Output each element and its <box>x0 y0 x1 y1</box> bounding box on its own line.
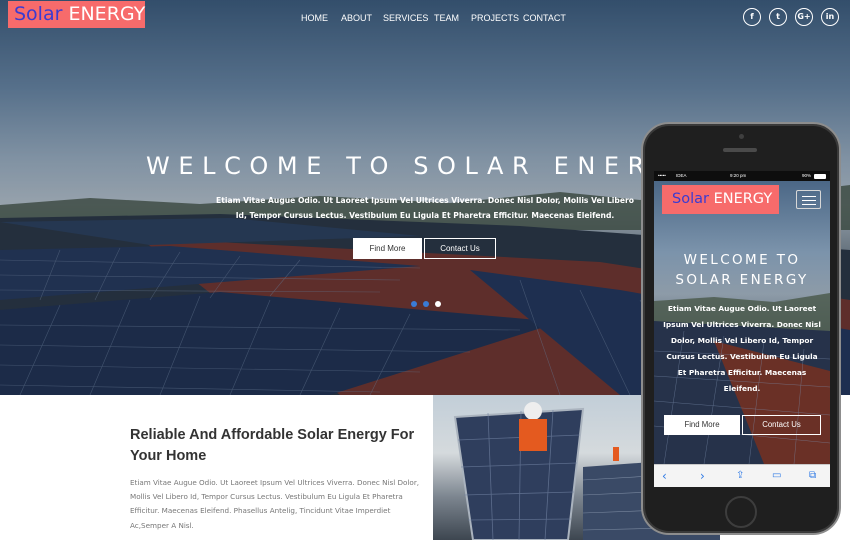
phone-camera <box>739 134 744 139</box>
slider-dot-1[interactable] <box>411 301 417 307</box>
slider-dot-3[interactable] <box>435 301 441 307</box>
phone-screen: ••••• IDEA 9:20 pm 90% Solar ENERGY WELC… <box>654 171 830 487</box>
nav-projects[interactable]: PROJECTS <box>471 13 519 23</box>
battery-icon <box>814 174 826 179</box>
nav-about[interactable]: ABOUT <box>341 13 372 23</box>
phone-time: 9:20 pm <box>730 173 747 178</box>
slider-dot-2[interactable] <box>423 301 429 307</box>
phone-logo-word-solar: Solar <box>672 191 709 207</box>
phone-status-bar: ••••• IDEA 9:20 pm 90% <box>654 171 830 181</box>
phone-carrier: IDEA <box>676 173 687 178</box>
phone-find-more-button[interactable]: Find More <box>664 415 740 435</box>
nav-contact[interactable]: CONTACT <box>523 13 566 23</box>
about-title: Reliable And Affordable Solar Energy For… <box>130 427 415 464</box>
twitter-icon[interactable]: t <box>769 8 787 26</box>
back-icon[interactable]: ‹ <box>662 469 667 483</box>
tabs-icon[interactable]: ⧉ <box>809 469 816 483</box>
phone-speaker <box>723 148 757 152</box>
signal-icon: ••••• <box>658 173 666 178</box>
phone-contact-us-button[interactable]: Contact Us <box>742 415 821 435</box>
forward-icon[interactable]: › <box>700 469 705 483</box>
phone-battery: 90% <box>802 173 812 178</box>
nav-team[interactable]: TEAM <box>434 13 459 23</box>
contact-us-button[interactable]: Contact Us <box>424 238 496 259</box>
phone-logo-word-energy: ENERGY <box>713 191 773 207</box>
bookmarks-icon[interactable]: ▭ <box>772 469 781 483</box>
phone-mockup: ••••• IDEA 9:20 pm 90% Solar ENERGY WELC… <box>641 122 841 535</box>
nav-services[interactable]: SERVICES <box>383 13 428 23</box>
linkedin-icon[interactable]: in <box>821 8 839 26</box>
hero-title: WELCOME TO SOLAR ENERGY <box>146 152 646 180</box>
phone-hero-title: WELCOME TO SOLAR ENERGY <box>675 252 809 288</box>
page: Solar ENERGY HOME ABOUT SERVICES TEAM PR… <box>0 0 850 540</box>
nav-home[interactable]: HOME <box>301 13 328 23</box>
phone-home-button[interactable] <box>725 496 757 528</box>
hamburger-menu-icon[interactable] <box>796 190 821 209</box>
hero-description: Etiam Vitae Augue Odio. Ut Laoreet Ipsum… <box>216 196 634 220</box>
about-description: Etiam Vitae Augue Odio. Ut Laoreet Ipsum… <box>130 478 420 530</box>
logo-word-solar: Solar <box>14 3 63 25</box>
phone-hero-description: Etiam Vitae Augue Odio. Ut Laoreet Ipsum… <box>663 304 821 393</box>
facebook-icon[interactable]: f <box>743 8 761 26</box>
share-icon[interactable]: ⇪ <box>736 469 744 483</box>
phone-site-logo[interactable]: Solar ENERGY <box>662 185 779 214</box>
logo-word-energy: ENERGY <box>68 3 146 25</box>
google-plus-icon[interactable]: G+ <box>795 8 813 26</box>
find-more-button[interactable]: Find More <box>353 238 422 259</box>
site-logo[interactable]: Solar ENERGY <box>8 1 145 28</box>
phone-browser-toolbar: ‹ › ⇪ ▭ ⧉ <box>654 464 830 487</box>
